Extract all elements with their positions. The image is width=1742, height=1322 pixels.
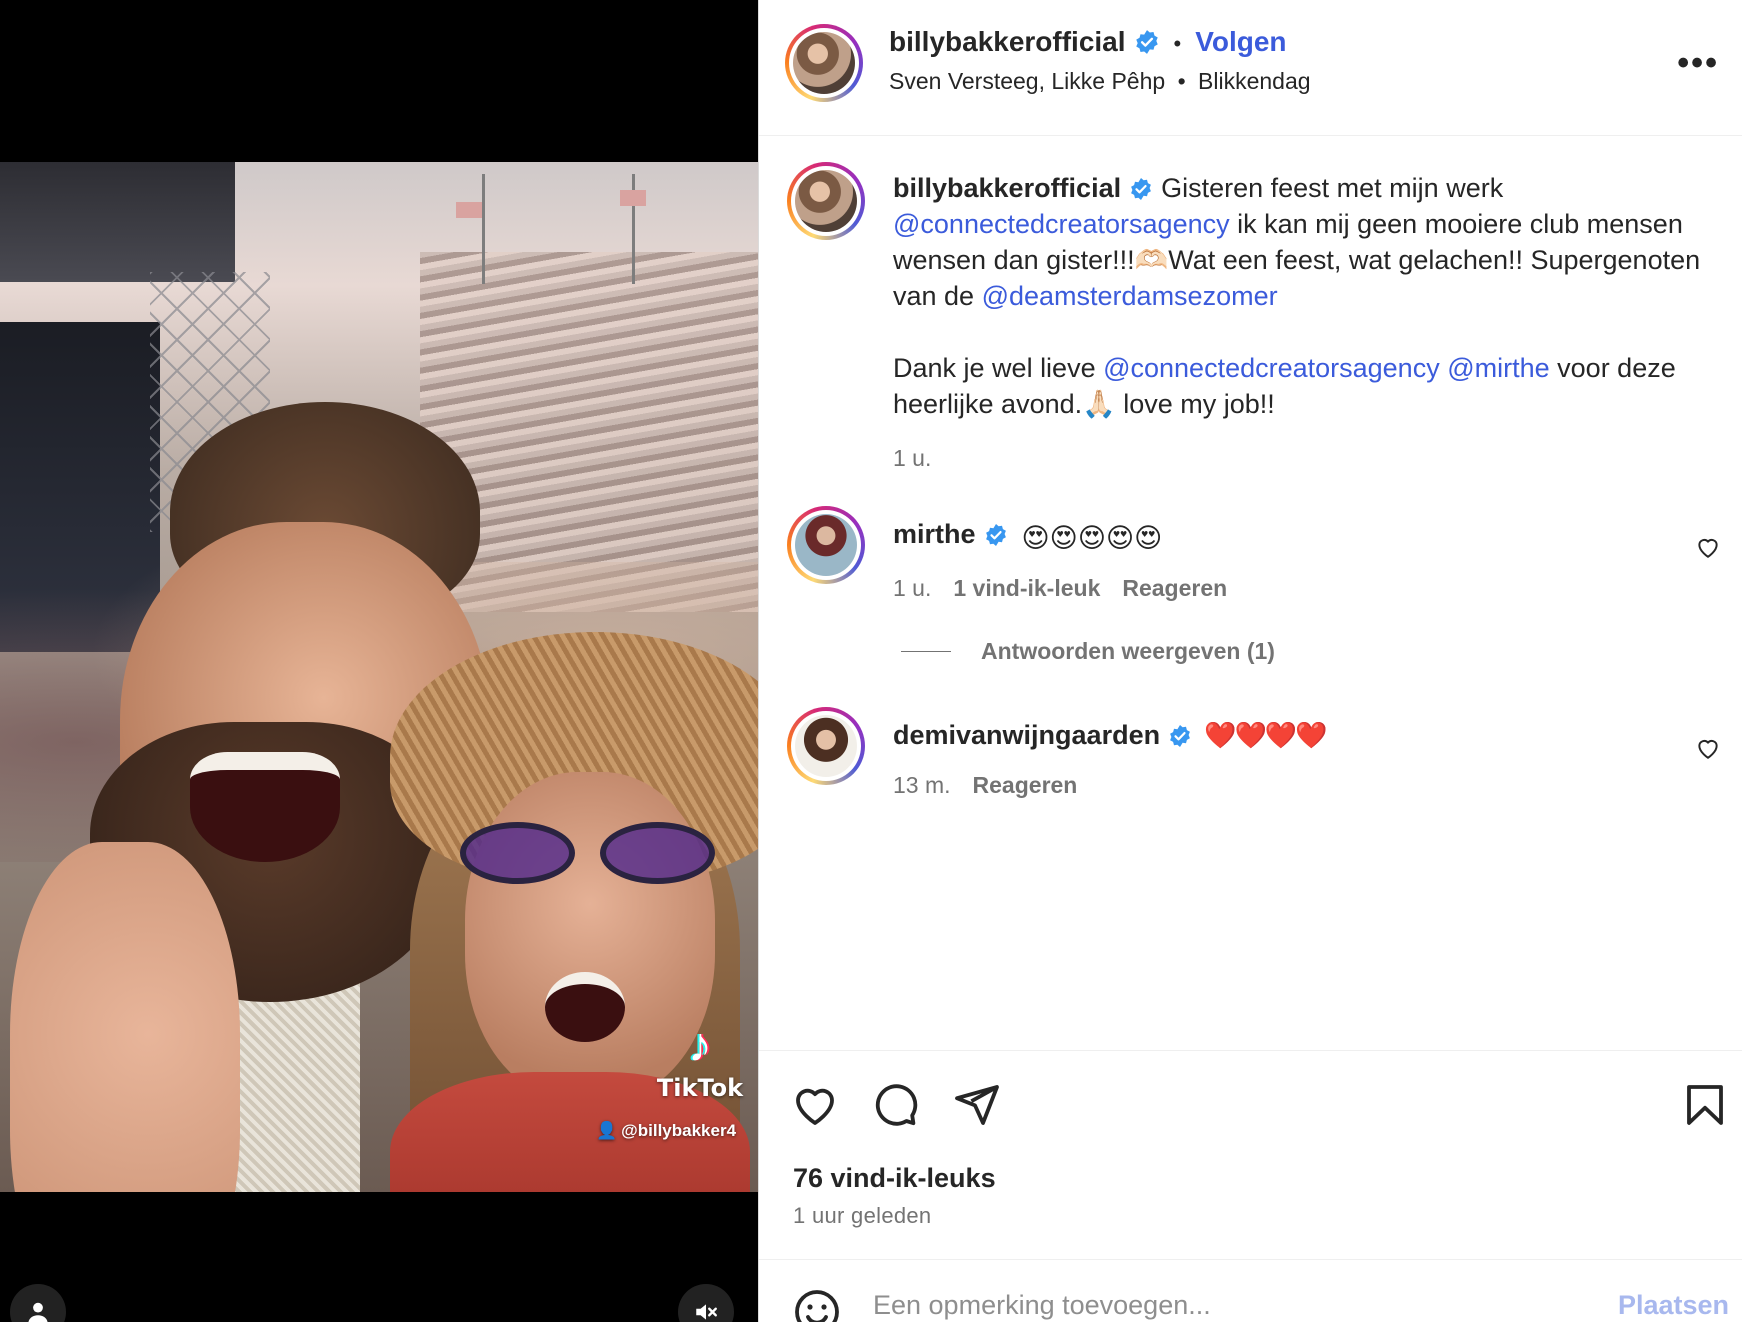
author-avatar[interactable] (785, 24, 863, 102)
comment-meta: 1 u. 1 vind-ik-leuk Reageren (893, 570, 1713, 606)
comment-composer: Plaatsen (759, 1259, 1742, 1322)
comment-meta: 13 m. Reageren (893, 767, 1713, 803)
verified-badge-icon (985, 524, 1006, 546)
comment-input[interactable] (873, 1290, 1523, 1321)
post-media[interactable]: ♪ TikTok 👤 @billybakker4 (0, 0, 758, 1322)
verified-badge-icon (1135, 30, 1158, 54)
caption-time: 1 u. (893, 445, 932, 471)
mute-button[interactable] (678, 1284, 734, 1322)
user-tag-icon (28, 1302, 48, 1322)
share-send-icon[interactable] (953, 1081, 1001, 1129)
caption-text: Gisteren feest met mijn werk (1161, 173, 1504, 203)
man-mouth (190, 752, 340, 862)
verified-badge-icon (1170, 725, 1190, 747)
post-timestamp: 1 uur geleden (793, 1203, 932, 1228)
reply-button[interactable]: Reageren (1122, 575, 1227, 601)
speaker-muted-icon (696, 1304, 717, 1320)
likes-count[interactable]: 76 vind-ik-leuks (793, 1163, 996, 1194)
comment-time: 1 u. (893, 575, 932, 601)
like-comment-heart-icon[interactable] (1695, 735, 1721, 761)
author-info: billybakkerofficial • Volgen Sven Versteeg… (889, 26, 1311, 95)
post-actions: 76 vind-ik-leuks 1 uur geleden (759, 1050, 1742, 1259)
commenter-avatar[interactable] (787, 707, 865, 785)
mention-link[interactable]: @connectedcreatorsagency (1103, 353, 1440, 383)
tiktok-watermark: ♪ TikTok (640, 1019, 758, 1103)
emoji-picker-icon[interactable] (793, 1288, 841, 1322)
tiktok-brand: TikTok (656, 1074, 744, 1102)
comment-text: 😍😍😍😍😍 (1021, 523, 1163, 553)
flagpole (482, 174, 485, 284)
user-icon: 👤 (596, 1121, 618, 1140)
replies-line (901, 651, 951, 652)
flag (456, 202, 482, 218)
mention-link[interactable]: @deamsterdamsezomer (982, 281, 1278, 311)
caption: billybakkerofficial Gisteren feest met mi… (893, 170, 1713, 476)
comment: mirthe 😍😍😍😍😍 1 u. 1 vind-ik-leuk Reageren (893, 516, 1713, 606)
woman-mouth (545, 972, 625, 1042)
tiktok-logo-icon: ♪ (688, 1019, 712, 1072)
comments-section: billybakkerofficial Gisteren feest met mi… (759, 136, 1742, 1050)
like-heart-icon[interactable] (791, 1081, 839, 1129)
caption-author-avatar[interactable] (787, 162, 865, 240)
comment: demivanwijngaarden ❤️❤️❤️❤️ 13 m. Reageren (893, 717, 1713, 803)
caption-text: Dank je wel lieve (893, 353, 1104, 383)
verified-badge-icon (1131, 178, 1151, 200)
view-replies-label: Antwoorden weergeven (1) (981, 638, 1275, 664)
comment-bubble-icon[interactable] (871, 1081, 919, 1129)
caption-author[interactable]: billybakkerofficial (893, 173, 1121, 203)
comment-likes[interactable]: 1 vind-ik-leuk (953, 575, 1100, 601)
comment-author[interactable]: mirthe (893, 519, 976, 549)
tiktok-username-text: @billybakker4 (621, 1121, 737, 1140)
comment-text: ❤️❤️❤️❤️ (1204, 720, 1327, 750)
sunglasses (460, 822, 720, 892)
more-options-icon[interactable]: ••• (1677, 44, 1719, 83)
comment-time: 13 m. (893, 772, 951, 798)
flag (620, 190, 646, 206)
post-sidebar: billybakkerofficial • Volgen Sven Versteeg… (758, 0, 1742, 1322)
save-bookmark-icon[interactable] (1681, 1081, 1729, 1129)
tiktok-username: 👤 @billybakker4 (596, 1121, 736, 1141)
video-frame[interactable]: ♪ TikTok 👤 @billybakker4 (0, 162, 758, 1192)
follow-button[interactable]: Volgen (1195, 26, 1286, 57)
waving-hand (10, 842, 240, 1192)
tagged-users-button[interactable] (10, 1284, 66, 1322)
post-comment-button[interactable]: Plaatsen (1618, 1290, 1729, 1321)
view-replies-button[interactable]: Antwoorden weergeven (1) (901, 638, 1275, 665)
stage-roof (0, 162, 235, 282)
commenter-avatar[interactable] (787, 506, 865, 584)
post-header: billybakkerofficial • Volgen Sven Versteeg… (759, 0, 1742, 136)
post-subline: Sven Versteeg, Likke Pêhp • Blikkendag (889, 68, 1311, 95)
reply-button[interactable]: Reageren (973, 772, 1078, 798)
tagged-people[interactable]: Sven Versteeg, Likke Pêhp (889, 68, 1165, 94)
separator-dot: • (1173, 31, 1182, 56)
separator-dot: • (1177, 68, 1186, 94)
like-comment-heart-icon[interactable] (1695, 534, 1721, 560)
mention-link[interactable]: @mirthe (1447, 353, 1549, 383)
mention-link[interactable]: @connectedcreatorsagency (893, 209, 1230, 239)
author-username[interactable]: billybakkerofficial (889, 26, 1126, 57)
comment-author[interactable]: demivanwijngaarden (893, 720, 1160, 750)
post-location[interactable]: Blikkendag (1198, 68, 1311, 94)
